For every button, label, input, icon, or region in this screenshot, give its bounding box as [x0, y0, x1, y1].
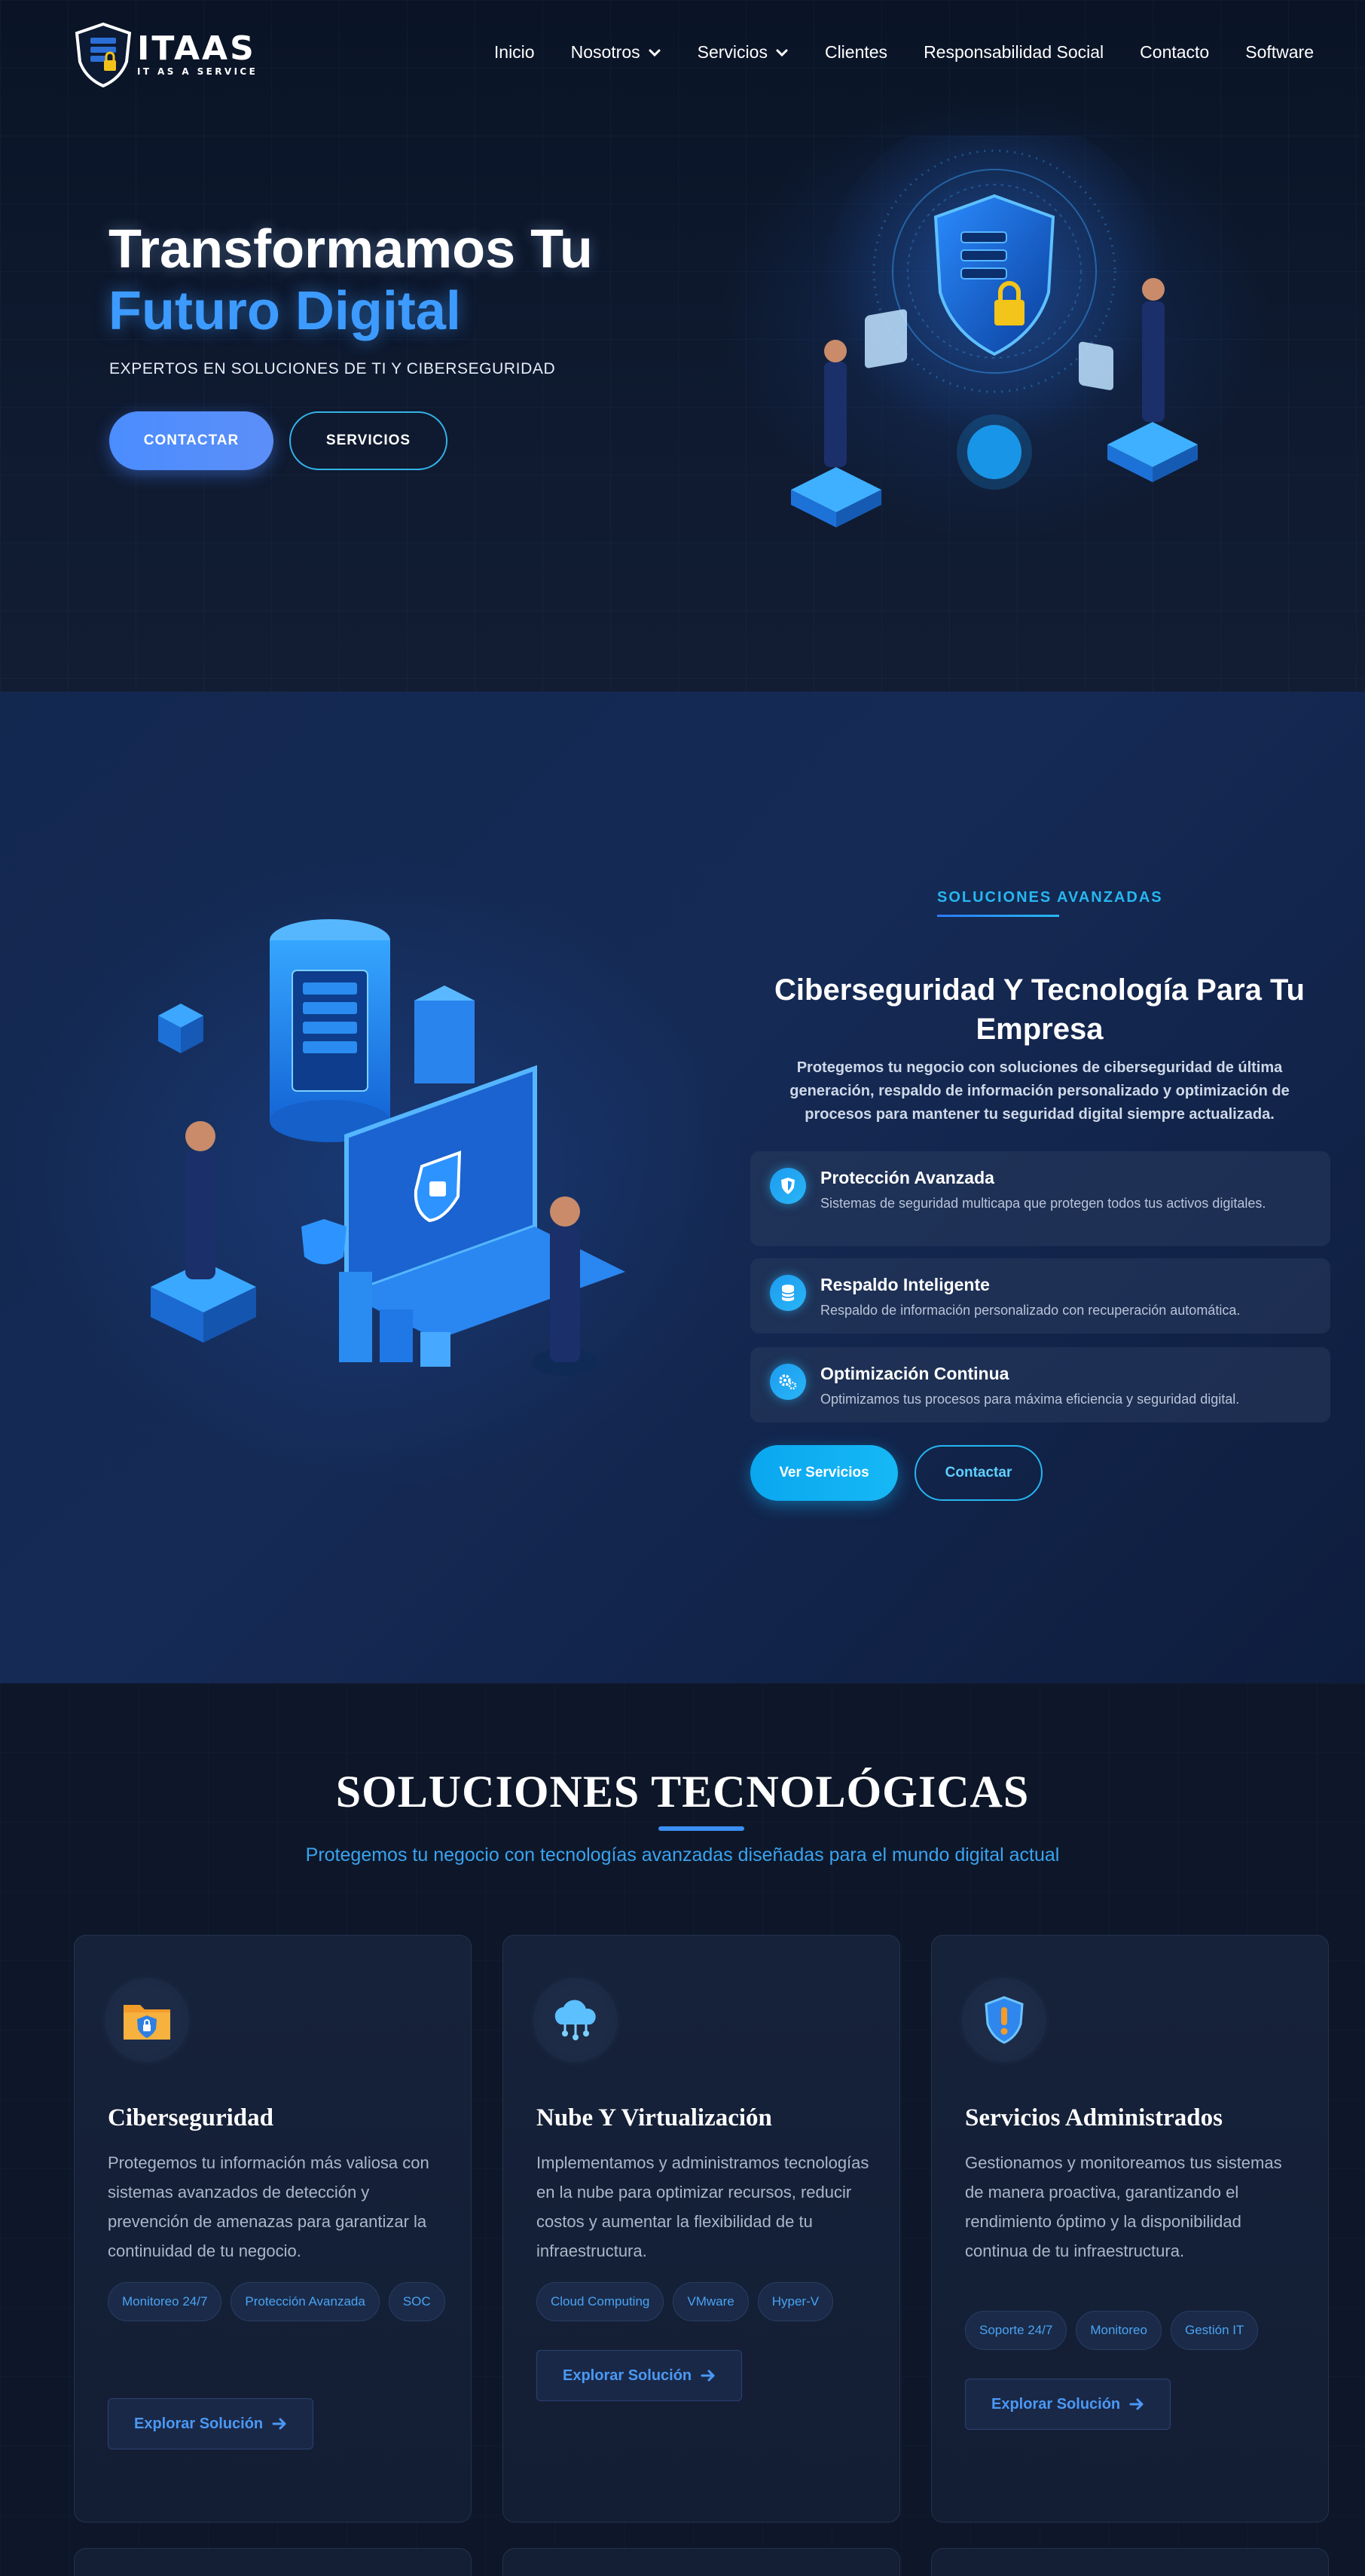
hero-title-line2: Futuro Digital: [108, 281, 461, 341]
nav-item-nosotros[interactable]: Nosotros: [571, 42, 661, 63]
card-description: Gestionamos y monitoreamos tus sistemas …: [965, 2153, 1282, 2260]
nav-item-responsabilidad-social[interactable]: Responsabilidad Social: [924, 42, 1104, 63]
card-next-row: [502, 2548, 900, 2576]
ver-servicios-button[interactable]: Ver Servicios: [750, 1445, 898, 1501]
solutions-title: Ciberseguridad Y Tecnología Para Tu Empr…: [774, 973, 1305, 1046]
tag: Gestión IT: [1170, 2311, 1259, 2350]
hero-title: Transformamos Tu Futuro Digital: [108, 218, 593, 342]
tech-subtitle: Protegemos tu negocio con tecnologías av…: [305, 1844, 1060, 1866]
card-description: Implementamos y administramos tecnología…: [536, 2153, 869, 2260]
brand-tagline: IT AS A SERVICE: [137, 66, 258, 77]
nav-item-inicio[interactable]: Inicio: [494, 42, 535, 63]
alert-shield-icon: [962, 1978, 1046, 2062]
feature-proteccion-avanzada: Protección Avanzada Sistemas de segurida…: [750, 1151, 1330, 1246]
explorar-solucion-button[interactable]: Explorar Solución: [536, 2350, 743, 2401]
gears-icon: [770, 1364, 806, 1400]
explorar-solucion-button[interactable]: Explorar Solución: [108, 2398, 314, 2449]
button-label: Explorar Solución: [991, 2395, 1121, 2413]
card-title: Ciberseguridad: [108, 2104, 274, 2131]
feature-description: Optimizamos tus procesos para máxima efi…: [820, 1392, 1240, 1407]
nav-label: Clientes: [824, 42, 888, 62]
tag: Cloud Computing: [536, 2282, 664, 2321]
arrow-right-icon: [1129, 2398, 1144, 2410]
hero-subtitle: EXPERTOS EN SOLUCIONES DE TI Y CIBERSEGU…: [109, 360, 556, 377]
nav-label: Nosotros: [570, 42, 640, 62]
card-description: Protegemos tu información más valiosa co…: [108, 2153, 429, 2260]
feature-optimizacion-continua: Optimización Continua Optimizamos tus pr…: [750, 1347, 1330, 1422]
feature-description: Sistemas de seguridad multicapa que prot…: [820, 1196, 1266, 1211]
solutions-description: Protegemos tu negocio con soluciones de …: [789, 1059, 1290, 1123]
kicker-underline: [937, 915, 1059, 917]
tag: Soporte 24/7: [965, 2311, 1067, 2350]
arrow-right-icon: [272, 2418, 286, 2430]
card-ciberseguridad: Ciberseguridad Protegemos tu información…: [74, 1935, 472, 2523]
hero-section: ITAAS IT AS A SERVICE Inicio Nosotros Se…: [0, 0, 1365, 692]
shield-logo-icon: [75, 22, 132, 87]
card-next-row: [931, 2548, 1329, 2576]
nav-label: Inicio: [493, 42, 535, 62]
brand-logo[interactable]: ITAAS IT AS A SERVICE: [72, 21, 258, 87]
feature-title: Protección Avanzada: [820, 1168, 994, 1187]
feature-title: Optimización Continua: [820, 1364, 1009, 1383]
cybersecurity-shield-illustration: [791, 136, 1198, 527]
tag: SOC: [388, 2282, 445, 2321]
button-label: Explorar Solución: [563, 2367, 692, 2384]
secure-folder-icon: [105, 1978, 189, 2062]
tag: Protección Avanzada: [231, 2282, 380, 2321]
card-servicios-administrados: Servicios Administrados Gestionamos y mo…: [931, 1935, 1329, 2523]
brand-name: ITAAS: [137, 29, 256, 68]
servicios-button[interactable]: SERVICIOS: [289, 411, 447, 470]
card-title: Nube Y Virtualización: [536, 2104, 772, 2131]
nav-label: Servicios: [697, 42, 768, 62]
solutions-section: SOLUCIONES AVANZADAS Ciberseguridad Y Te…: [0, 692, 1365, 1683]
nav-label: Software: [1245, 42, 1314, 62]
chevron-down-icon: [649, 49, 661, 57]
tag: VMware: [673, 2282, 749, 2321]
top-navigation: ITAAS IT AS A SERVICE Inicio Nosotros Se…: [0, 0, 1365, 105]
feature-title: Respaldo Inteligente: [820, 1275, 990, 1294]
tag: Monitoreo 24/7: [108, 2282, 222, 2321]
tech-title: SOLUCIONES TECNOLÓGICAS: [335, 1767, 1030, 1817]
shield-icon: [770, 1168, 806, 1204]
explorar-solucion-button[interactable]: Explorar Solución: [965, 2379, 1171, 2430]
card-nube-virtualizacion: Nube Y Virtualización Implementamos y ad…: [502, 1935, 900, 2523]
button-label: Explorar Solución: [134, 2415, 264, 2432]
contactar-outline-button[interactable]: Contactar: [915, 1445, 1043, 1501]
nav-menu: Inicio Nosotros Servicios Clientes Respo…: [494, 42, 1314, 63]
card-tags: Soporte 24/7 Monitoreo Gestión IT: [965, 2311, 1304, 2350]
card-title: Servicios Administrados: [965, 2104, 1223, 2131]
database-icon: [770, 1275, 806, 1311]
tag: Monitoreo: [1076, 2311, 1162, 2350]
nav-label: Contacto: [1140, 42, 1210, 62]
tech-solutions-section: SOLUCIONES TECNOLÓGICAS Protegemos tu ne…: [0, 1683, 1365, 2576]
hero-title-line1: Transformamos Tu: [108, 219, 593, 280]
nav-item-servicios[interactable]: Servicios: [698, 42, 789, 63]
feature-respaldo-inteligente: Respaldo Inteligente Respaldo de informa…: [750, 1258, 1330, 1334]
chevron-down-icon: [776, 49, 788, 57]
title-underline: [658, 1826, 744, 1831]
nav-item-software[interactable]: Software: [1245, 42, 1314, 63]
contactar-button[interactable]: CONTACTAR: [109, 411, 273, 470]
arrow-right-icon: [701, 2370, 715, 2382]
nav-label: Responsabilidad Social: [924, 42, 1104, 62]
cloud-icon: [533, 1978, 618, 2062]
feature-description: Respaldo de información personalizado co…: [820, 1303, 1241, 1318]
card-tags: Monitoreo 24/7 Protección Avanzada SOC: [108, 2282, 447, 2321]
nav-item-contacto[interactable]: Contacto: [1140, 42, 1209, 63]
server-laptop-illustration: [151, 919, 625, 1376]
section-kicker: SOLUCIONES AVANZADAS: [937, 889, 1163, 906]
nav-item-clientes[interactable]: Clientes: [825, 42, 887, 63]
card-next-row: [74, 2548, 472, 2576]
tag: Hyper-V: [757, 2282, 834, 2321]
card-tags: Cloud Computing VMware Hyper-V: [536, 2282, 875, 2321]
